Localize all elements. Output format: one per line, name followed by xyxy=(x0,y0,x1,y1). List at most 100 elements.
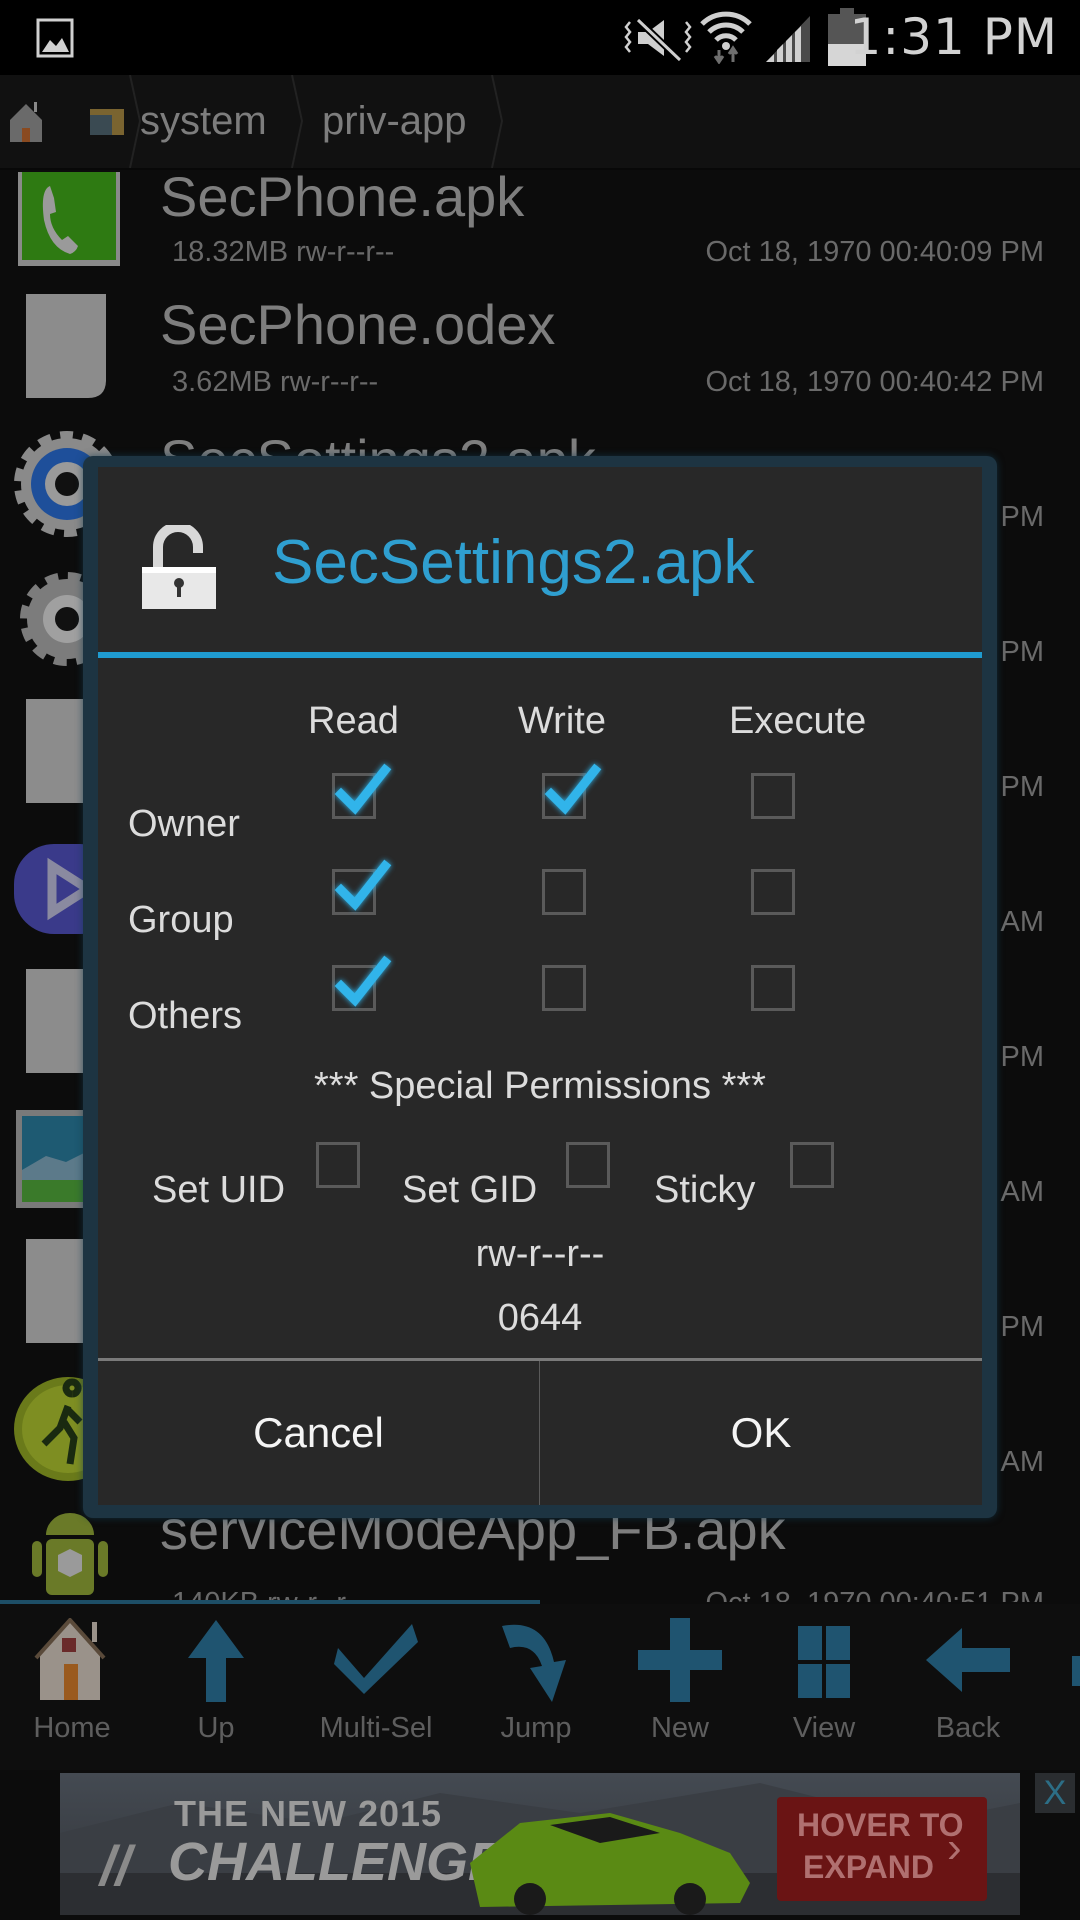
android-app-icon xyxy=(32,1513,108,1595)
breadcrumb-separator xyxy=(291,75,304,168)
setuid-label: Set UID xyxy=(152,1169,286,1211)
toolbar-label: Home xyxy=(33,1712,111,1744)
folder-icon xyxy=(90,108,124,135)
jump-arrow-icon xyxy=(502,1624,566,1702)
home-icon xyxy=(10,101,42,142)
title-divider xyxy=(98,652,982,658)
ad-headline-1: THE NEW 2015 xyxy=(174,1793,443,1834)
checkmark-icon xyxy=(334,763,392,815)
file-date: Oct 18, 1970 00:40:51 PM xyxy=(705,1587,1044,1602)
setuid-checkbox[interactable] xyxy=(316,1142,360,1188)
toolbar-jump-button[interactable]: Jump xyxy=(466,1604,606,1770)
checkmark-icon xyxy=(544,763,602,815)
group-execute-checkbox[interactable] xyxy=(751,869,795,915)
owner-read-checkbox[interactable] xyxy=(332,763,392,819)
file-date: AM xyxy=(1000,1176,1045,1208)
ad-cta-button[interactable]: HOVER TO EXPAND › xyxy=(777,1797,987,1901)
setgid-label: Set GID xyxy=(402,1169,538,1211)
list-item[interactable]: SecPhone.odex 3.62MB rw-r--r-- Oct 18, 1… xyxy=(0,280,1080,417)
owner-write-checkbox[interactable] xyxy=(542,763,602,819)
toolbar-label: Back xyxy=(935,1712,1001,1744)
file-meta: 18.32MB rw-r--r-- xyxy=(172,236,395,268)
toolbar-new-button[interactable]: New xyxy=(610,1604,750,1770)
file-date: AM xyxy=(1000,906,1045,938)
wifi-icon xyxy=(700,11,752,64)
ad-banner[interactable]: // THE NEW 2015 CHALLENGER HOVER TO EXPA… xyxy=(60,1773,1020,1915)
breadcrumb-label: system xyxy=(140,99,267,143)
sticky-label: Sticky xyxy=(654,1169,756,1211)
others-read-checkbox[interactable] xyxy=(332,955,392,1011)
ad-slash-logo: // xyxy=(100,1834,132,1897)
toolbar-label: View xyxy=(792,1712,856,1744)
column-execute: Execute xyxy=(729,700,867,742)
file-name: SecPhone.odex xyxy=(160,293,556,356)
unlocked-padlock-icon xyxy=(142,525,216,609)
column-write: Write xyxy=(518,700,606,742)
checkmark-icon xyxy=(334,859,392,911)
file-name: SecPhone.apk xyxy=(160,170,525,228)
file-meta: 3.62MB rw-r--r-- xyxy=(172,366,379,398)
breadcrumb-priv-app[interactable]: priv-app xyxy=(322,75,502,168)
checkmark-icon xyxy=(334,955,392,1007)
signal-icon xyxy=(766,16,810,62)
toolbar-label: Up xyxy=(197,1712,235,1744)
file-date: PM xyxy=(1000,501,1045,533)
gallery-notification-icon xyxy=(36,18,74,58)
bottom-toolbar: Home Up Multi-Sel Jump New View Back xyxy=(0,1604,1080,1770)
ok-button[interactable]: OK xyxy=(540,1361,982,1505)
toolbar-label: Jump xyxy=(500,1712,572,1744)
file-date: Oct 18, 1970 00:40:09 PM xyxy=(705,236,1044,268)
file-date: PM xyxy=(1000,1041,1045,1073)
up-arrow-icon xyxy=(188,1620,244,1702)
toolbar-home-button[interactable]: Home xyxy=(2,1604,142,1770)
group-write-checkbox[interactable] xyxy=(542,869,586,915)
toolbar-multisel-button[interactable]: Multi-Sel xyxy=(306,1604,446,1770)
toolbar-up-button[interactable]: Up xyxy=(146,1604,286,1770)
permission-octal: 0644 xyxy=(497,1297,583,1339)
breadcrumb-system[interactable]: system xyxy=(90,75,290,168)
toolbar-label: New xyxy=(650,1712,709,1744)
toolbar-view-button[interactable]: View xyxy=(754,1604,894,1770)
chevron-right-icon: › xyxy=(947,1823,962,1872)
owner-execute-checkbox[interactable] xyxy=(751,773,795,819)
permission-string: rw-r--r-- xyxy=(475,1233,605,1275)
file-icon xyxy=(26,294,106,398)
ad-car-image xyxy=(470,1813,750,1915)
breadcrumb-separator xyxy=(491,75,504,168)
breadcrumb: system priv-app xyxy=(0,75,1080,170)
back-arrow-icon xyxy=(926,1628,1010,1692)
permissions-dialog: SecSettings2.apk Read Write Execute Owne… xyxy=(98,467,982,1505)
group-read-checkbox[interactable] xyxy=(332,859,392,915)
home-icon xyxy=(34,1618,106,1700)
grid-view-icon xyxy=(798,1626,850,1698)
clock: 1:31 PM xyxy=(849,8,1058,66)
breadcrumb-label: priv-app xyxy=(322,99,467,143)
plus-icon xyxy=(638,1618,722,1702)
toolbar-label: Multi-Sel xyxy=(319,1712,433,1744)
mute-vibrate-icon xyxy=(624,17,692,62)
file-date: PM xyxy=(1000,1311,1045,1343)
dialog-title: SecSettings2.apk xyxy=(272,528,755,597)
checkmark-icon xyxy=(334,1624,418,1694)
file-date: AM xyxy=(1000,1446,1045,1478)
others-execute-checkbox[interactable] xyxy=(751,965,795,1011)
ad-cta-line2: EXPAND xyxy=(803,1849,934,1885)
file-date: PM xyxy=(1000,771,1045,803)
special-permissions-heading: *** Special Permissions *** xyxy=(314,1065,766,1107)
file-date: Oct 18, 1970 00:40:42 PM xyxy=(705,366,1044,398)
column-read: Read xyxy=(308,700,399,742)
cancel-button[interactable]: Cancel xyxy=(98,1361,539,1505)
row-owner: Owner xyxy=(128,803,240,845)
others-write-checkbox[interactable] xyxy=(542,965,586,1011)
toolbar-back-button[interactable]: Back xyxy=(898,1604,1038,1770)
ad-close-button[interactable]: X xyxy=(1035,1773,1075,1813)
list-item[interactable]: SecPhone.apk 18.32MB rw-r--r-- Oct 18, 1… xyxy=(0,170,1080,282)
ad-cta-line1: HOVER TO xyxy=(797,1807,964,1843)
row-group: Group xyxy=(128,899,234,941)
file-date: PM xyxy=(1000,636,1045,668)
row-others: Others xyxy=(128,995,243,1037)
phone-app-icon xyxy=(18,172,120,266)
sticky-checkbox[interactable] xyxy=(790,1142,834,1188)
setgid-checkbox[interactable] xyxy=(566,1142,610,1188)
toolbar-overflow-hint xyxy=(1072,1656,1080,1686)
